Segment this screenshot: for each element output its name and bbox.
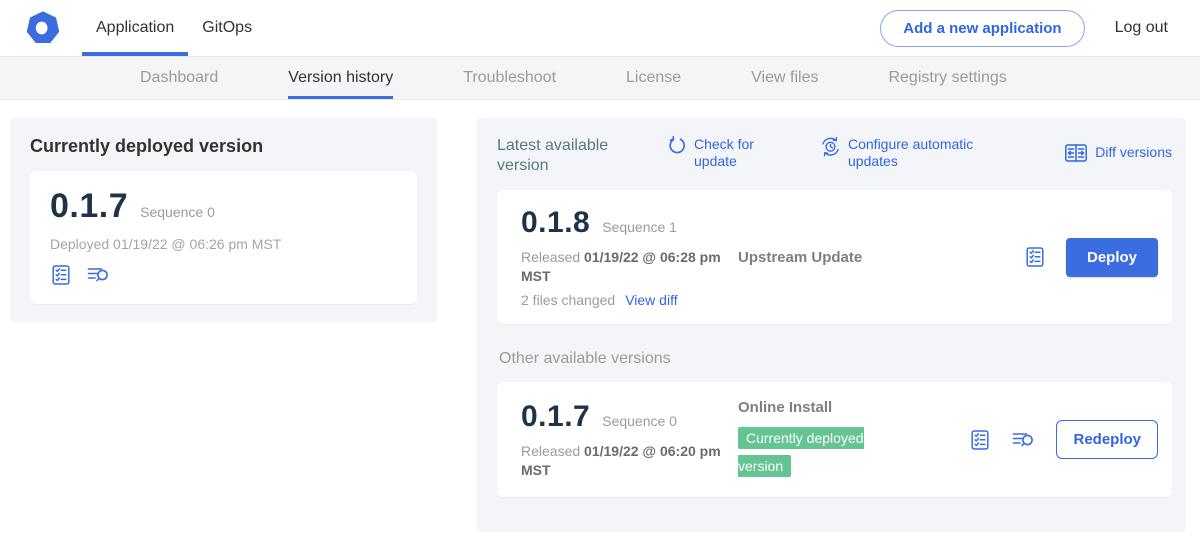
config-checklist-icon[interactable]: [1024, 246, 1046, 268]
latest-sequence-label: Sequence 1: [602, 219, 677, 235]
app-logo[interactable]: [0, 0, 82, 56]
app-subnav: Dashboard Version history Troubleshoot L…: [0, 57, 1200, 100]
other-sequence-label: Sequence 0: [602, 413, 677, 429]
configure-automatic-updates-link[interactable]: Configure automatic updates: [820, 136, 994, 170]
available-versions-panel: Latest available version Check for updat…: [477, 118, 1186, 532]
check-for-update-label: Check for update: [694, 136, 768, 170]
top-bar: Application GitOps Add a new application…: [0, 0, 1200, 57]
config-checklist-icon[interactable]: [969, 429, 991, 451]
add-new-application-button[interactable]: Add a new application: [880, 10, 1084, 47]
other-version-number: 0.1.7: [521, 400, 590, 434]
other-available-versions-title: Other available versions: [499, 350, 1172, 368]
latest-version-number: 0.1.8: [521, 206, 590, 240]
subnav-troubleshoot[interactable]: Troubleshoot: [463, 57, 556, 99]
current-sequence-label: Sequence 0: [140, 204, 215, 220]
view-logs-icon[interactable]: [1011, 429, 1036, 451]
currently-deployed-title: Currently deployed version: [30, 136, 417, 157]
deploy-button[interactable]: Deploy: [1066, 238, 1158, 277]
subnav-view-files[interactable]: View files: [751, 57, 818, 99]
subnav-version-history-label: Version history: [288, 69, 393, 87]
subnav-dashboard[interactable]: Dashboard: [140, 57, 218, 99]
files-changed-label: 2 files changed: [521, 292, 615, 308]
diff-icon: [1064, 143, 1088, 163]
version-actions: Check for update Configure automat: [667, 136, 1172, 170]
latest-available-title: Latest available version: [497, 136, 625, 176]
subnav-license-label: License: [626, 69, 681, 87]
released-label: Released: [521, 443, 584, 459]
subnav-troubleshoot-label: Troubleshoot: [463, 69, 556, 87]
top-tabs: Application GitOps: [82, 0, 266, 56]
refresh-icon: [667, 136, 687, 156]
tab-gitops-label: GitOps: [202, 19, 252, 37]
released-label: Released: [521, 249, 584, 265]
check-for-update-link[interactable]: Check for update: [667, 136, 768, 170]
kots-logo-icon: [26, 11, 60, 45]
subnav-registry-settings[interactable]: Registry settings: [888, 57, 1006, 99]
diff-versions-link[interactable]: Diff versions: [1064, 136, 1172, 170]
currently-deployed-panel: Currently deployed version 0.1.7 Sequenc…: [10, 118, 437, 322]
other-version-card: 0.1.7 Sequence 0 Released 01/19/22 @ 06:…: [497, 382, 1172, 497]
subnav-license[interactable]: License: [626, 57, 681, 99]
tab-application-label: Application: [96, 19, 174, 37]
logout-link[interactable]: Log out: [1115, 19, 1168, 37]
other-released-timestamp: Released 01/19/22 @ 06:20 pm MST: [521, 442, 721, 480]
subnav-registry-settings-label: Registry settings: [888, 69, 1006, 87]
subnav-dashboard-label: Dashboard: [140, 69, 218, 87]
latest-version-header: Latest available version Check for updat…: [497, 136, 1172, 176]
subnav-view-files-label: View files: [751, 69, 818, 87]
other-source-label: Online Install: [738, 399, 969, 416]
latest-source-label: Upstream Update: [738, 249, 1024, 266]
view-logs-icon[interactable]: [86, 264, 111, 286]
subnav-version-history[interactable]: Version history: [288, 57, 393, 99]
topbar-right: Add a new application Log out: [880, 0, 1200, 56]
current-deployed-timestamp: Deployed 01/19/22 @ 06:26 pm MST: [50, 236, 397, 252]
view-diff-link[interactable]: View diff: [625, 292, 677, 308]
tab-gitops[interactable]: GitOps: [188, 0, 266, 56]
tab-application[interactable]: Application: [82, 0, 188, 56]
currently-deployed-badge: Currently deployed version: [738, 427, 864, 477]
latest-version-card: 0.1.8 Sequence 1 Released 01/19/22 @ 06:…: [497, 190, 1172, 324]
currently-deployed-badge-wrap: Currently deployed version: [738, 425, 890, 481]
schedule-update-icon: [820, 136, 841, 157]
main-content: Currently deployed version 0.1.7 Sequenc…: [0, 100, 1200, 532]
diff-versions-label: Diff versions: [1095, 144, 1172, 161]
current-version-number: 0.1.7: [50, 187, 128, 226]
latest-released-timestamp: Released 01/19/22 @ 06:28 pm MST: [521, 248, 721, 286]
configure-automatic-updates-label: Configure automatic updates: [848, 136, 994, 170]
redeploy-button[interactable]: Redeploy: [1056, 420, 1158, 459]
config-checklist-icon[interactable]: [50, 264, 72, 286]
currently-deployed-card: 0.1.7 Sequence 0 Deployed 01/19/22 @ 06:…: [30, 171, 417, 304]
